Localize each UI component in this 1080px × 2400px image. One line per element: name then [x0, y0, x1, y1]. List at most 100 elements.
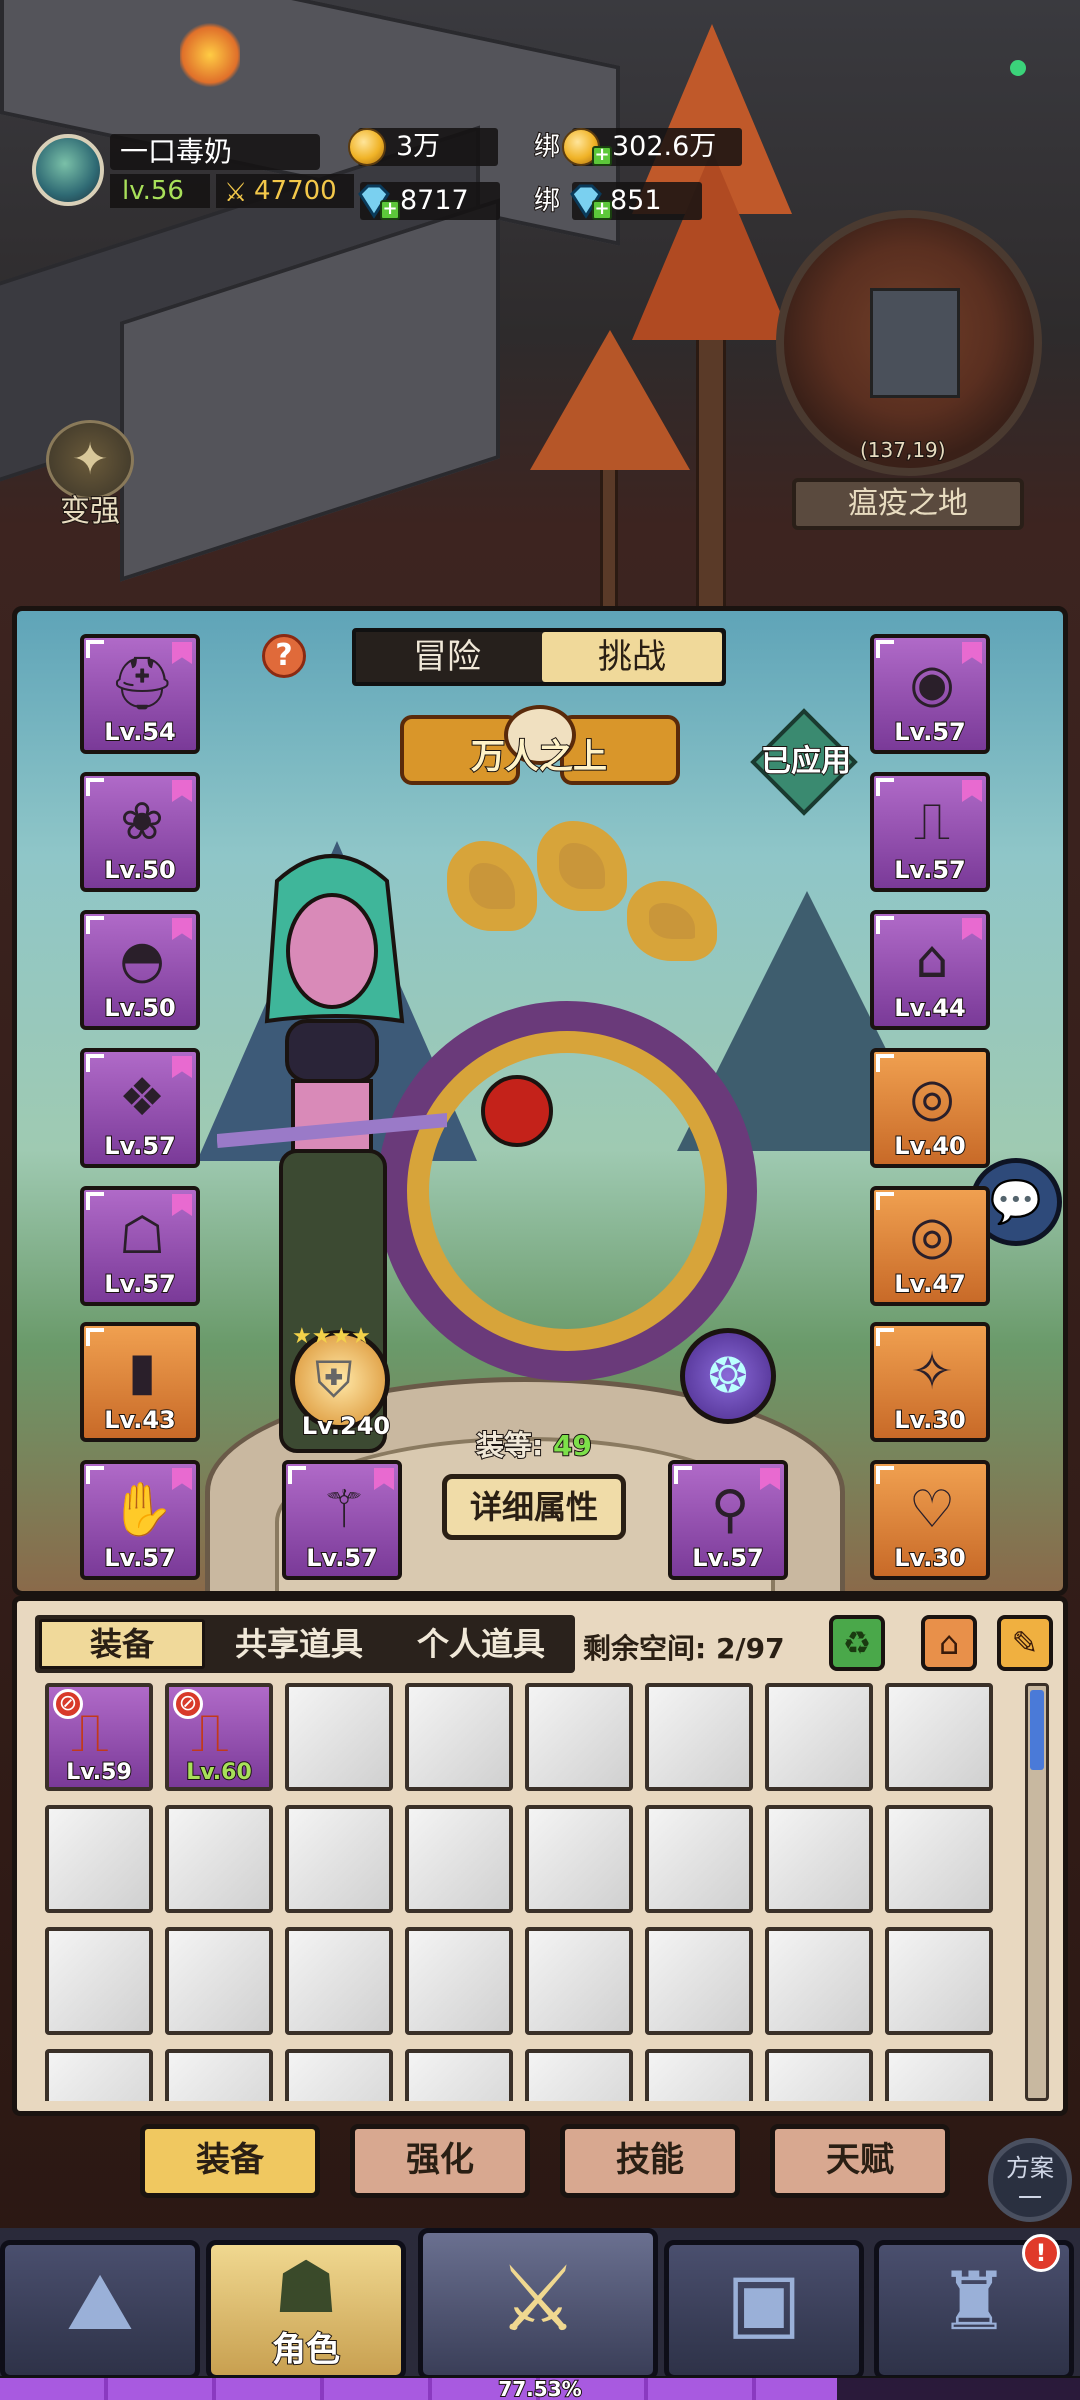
inventory-slot[interactable]	[645, 1683, 753, 1791]
nav-battle[interactable]: ⚔	[418, 2228, 658, 2380]
slot-level: Lv.50	[103, 855, 177, 885]
bound-diamond-display[interactable]: 绑 + 851	[533, 182, 702, 220]
inventory-slot[interactable]	[885, 1805, 993, 1913]
inventory-slot[interactable]	[165, 1805, 273, 1913]
subtab-equipment[interactable]: 装备	[140, 2124, 320, 2198]
nav-treasure[interactable]: ▣	[664, 2240, 864, 2380]
add-bound-gold-icon[interactable]: +	[592, 146, 612, 166]
equipment-slot[interactable]: ❖ Lv.57	[80, 1048, 200, 1168]
equipment-slot[interactable]: ✧ Lv.30	[870, 1322, 990, 1442]
inventory-slot[interactable]	[885, 2049, 993, 2101]
notification-badge: !	[1022, 2234, 1060, 2272]
subtab-skills[interactable]: 技能	[560, 2124, 740, 2198]
ring-icon: ◎	[909, 1068, 955, 1128]
inventory-scrollbar[interactable]	[1025, 1683, 1049, 2101]
loadout-plan-button[interactable]: 方案一	[988, 2138, 1072, 2222]
gold-display[interactable]: 3万	[348, 128, 498, 166]
inventory-slot[interactable]	[405, 1683, 513, 1791]
equipment-slot[interactable]: ❀ Lv.50	[80, 772, 200, 892]
staff-icon: ⚚	[320, 1480, 368, 1540]
zone-name-button[interactable]: 瘟疫之地	[792, 478, 1024, 530]
applied-indicator: 已应用	[746, 708, 866, 824]
help-button[interactable]: ?	[262, 634, 306, 678]
inventory-slot[interactable]: ⊘ ⎍ Lv.59	[45, 1683, 153, 1791]
equipment-slot[interactable]: ☖ Lv.57	[80, 1186, 200, 1306]
subtab-enhance[interactable]: 强化	[350, 2124, 530, 2198]
strengthen-button[interactable]: ✦ 变强	[40, 420, 140, 530]
shoulder-icon: ◓	[119, 930, 165, 990]
tab-equipment[interactable]: 装备	[39, 1619, 205, 1669]
minimap[interactable]	[776, 210, 1042, 476]
inventory-slot[interactable]	[45, 1927, 153, 2035]
equipment-slot[interactable]: ⎍ Lv.57	[870, 772, 990, 892]
slot-corner	[876, 1328, 894, 1346]
inventory-slot[interactable]	[885, 1683, 993, 1791]
inventory-slot[interactable]	[285, 2049, 393, 2101]
map-coordinates: (137,19)	[859, 437, 947, 463]
inventory-slot[interactable]	[405, 2049, 513, 2101]
player-panel[interactable]: 一口毒奶 lv.56 ⚔ 47700	[26, 128, 354, 214]
inventory-grid[interactable]: ⊘ ⎍ Lv.59 ⊘ ⎍ Lv.60	[45, 1683, 1025, 2101]
inventory-slot[interactable]: ⊘ ⎍ Lv.60	[165, 1683, 273, 1791]
emblem-icon: ❂	[707, 1348, 749, 1404]
nav-realm[interactable]: ⛰	[0, 2240, 200, 2380]
slot-level: Lv.57	[691, 1543, 765, 1573]
inventory-slot[interactable]	[285, 1927, 393, 2035]
equipment-slot[interactable]: ⚲ Lv.57	[668, 1460, 788, 1580]
equipment-slot[interactable]: ⛑ Lv.54	[80, 634, 200, 754]
equipment-slot[interactable]: ◎ Lv.47	[870, 1186, 990, 1306]
title-badge[interactable]: 万人之上	[400, 705, 680, 805]
item-level: Lv.59	[65, 1759, 133, 1786]
nav-role[interactable]: ☗ 角色	[206, 2240, 406, 2380]
inventory-slot[interactable]	[405, 1805, 513, 1913]
tab-shared-items[interactable]: 共享道具	[211, 1619, 387, 1669]
scroll-thumb[interactable]	[1030, 1690, 1044, 1770]
inventory-slot[interactable]	[45, 1805, 153, 1913]
pet-emblem-button[interactable]: ❂	[680, 1328, 776, 1424]
inventory-slot[interactable]	[525, 1927, 633, 2035]
equipment-slot[interactable]: ◎ Lv.40	[870, 1048, 990, 1168]
equipment-slot[interactable]: ◓ Lv.50	[80, 910, 200, 1030]
detail-attributes-button[interactable]: 详细属性	[442, 1474, 626, 1540]
equipment-slot[interactable]: ⌂ Lv.44	[870, 910, 990, 1030]
sort-button[interactable]: ✎	[997, 1615, 1053, 1671]
inventory-slot[interactable]	[525, 1805, 633, 1913]
equipment-slot[interactable]: ♡ Lv.30	[870, 1460, 990, 1580]
inventory-slot[interactable]	[645, 1805, 753, 1913]
treasure-chest-icon: ▣	[726, 2255, 802, 2348]
equipment-slot[interactable]: ▮ Lv.43	[80, 1322, 200, 1442]
inventory-slot[interactable]	[285, 1683, 393, 1791]
storehouse-button[interactable]: ⌂	[921, 1615, 977, 1671]
inventory-slot[interactable]	[645, 2049, 753, 2101]
equipment-slot[interactable]: ◉ Lv.57	[870, 634, 990, 754]
bracer-icon: ▮	[127, 1342, 157, 1402]
inventory-slot[interactable]	[765, 2049, 873, 2101]
inventory-slot[interactable]	[45, 2049, 153, 2101]
inventory-slot[interactable]	[885, 1927, 993, 2035]
inventory-slot[interactable]	[165, 2049, 273, 2101]
tab-personal-items[interactable]: 个人道具	[393, 1619, 569, 1669]
subtab-talents[interactable]: 天赋	[770, 2124, 950, 2198]
recycle-button[interactable]: ♻	[829, 1615, 885, 1671]
tab-adventure[interactable]: 冒险	[356, 632, 538, 682]
add-diamond-icon[interactable]: +	[380, 200, 400, 220]
amulet-icon: ❀	[120, 792, 164, 852]
inventory-slot[interactable]	[645, 1927, 753, 2035]
tab-challenge[interactable]: 挑战	[542, 632, 722, 682]
equipment-slot[interactable]: ✋ Lv.57	[80, 1460, 200, 1580]
avatar[interactable]	[32, 134, 104, 206]
inventory-slot[interactable]	[765, 1683, 873, 1791]
inventory-slot[interactable]	[765, 1927, 873, 2035]
inventory-slot[interactable]	[405, 1927, 513, 2035]
inventory-slot[interactable]	[765, 1805, 873, 1913]
inventory-slot[interactable]	[165, 1927, 273, 2035]
inventory-slot[interactable]	[525, 2049, 633, 2101]
add-bound-diamond-icon[interactable]: +	[592, 200, 612, 220]
bound-gold-display[interactable]: 绑 + 302.6万	[533, 128, 742, 166]
ring-icon: ◎	[909, 1206, 955, 1266]
equipment-slot[interactable]: ⚚ Lv.57	[282, 1460, 402, 1580]
inventory-slot[interactable]	[285, 1805, 393, 1913]
inventory-slot[interactable]	[525, 1683, 633, 1791]
slot-level: Lv.30	[893, 1405, 967, 1435]
diamond-display[interactable]: + 8717	[358, 182, 500, 220]
